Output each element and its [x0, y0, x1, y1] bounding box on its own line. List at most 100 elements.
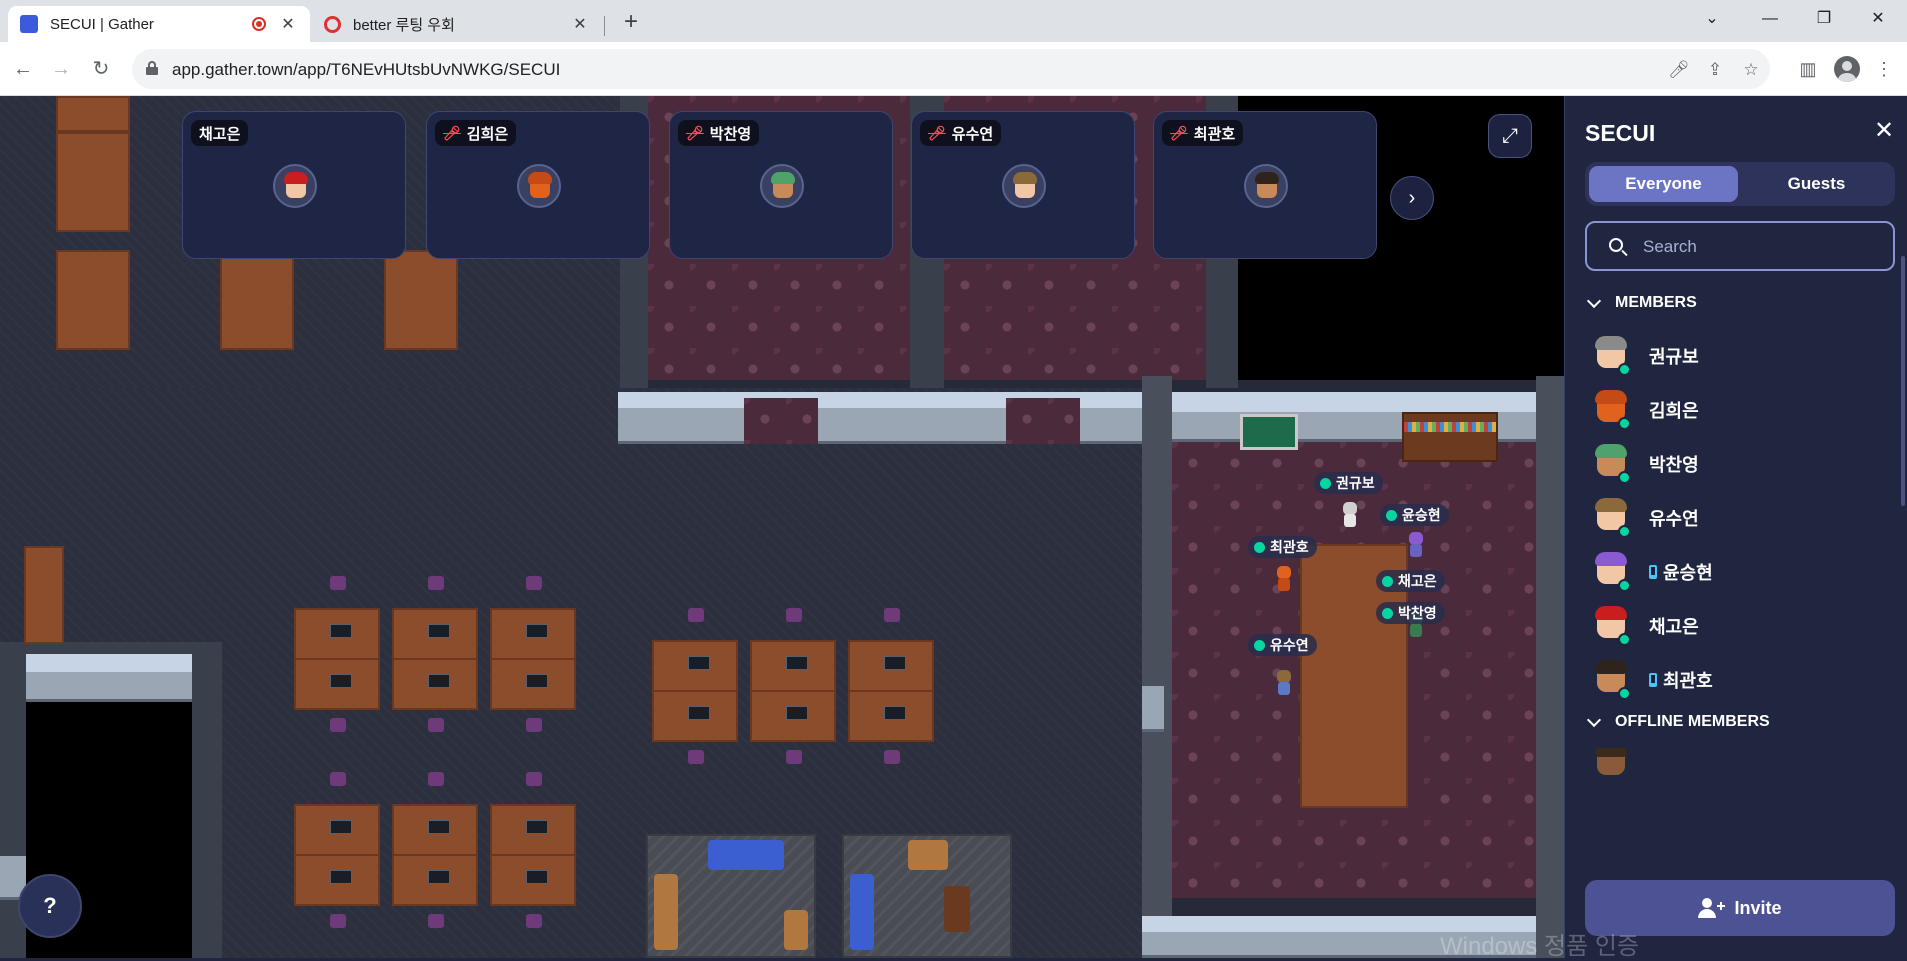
member-name: 김희은 — [1649, 401, 1699, 421]
sofa — [850, 874, 874, 950]
desk — [294, 658, 380, 710]
desk — [294, 804, 380, 856]
back-arrow-icon[interactable]: ← — [8, 54, 38, 84]
tab-close-icon[interactable]: ✕ — [278, 14, 298, 34]
video-tile[interactable]: 🎤︎ 박찬영 — [669, 111, 893, 259]
next-tiles-button[interactable]: › — [1390, 176, 1434, 220]
video-tile[interactable]: 🎤︎ 최관호 — [1153, 111, 1377, 259]
member-name: 유수연 — [1649, 509, 1699, 529]
member-name: 최관호 — [1649, 667, 1713, 693]
tab-everyone[interactable]: Everyone — [1589, 166, 1738, 202]
profile-avatar-icon[interactable] — [1834, 56, 1860, 82]
reload-icon[interactable]: ↻ — [86, 54, 116, 84]
offline-heading: OFFLINE MEMBERS — [1615, 713, 1770, 730]
side-panel-icon[interactable]: ▥ — [1794, 55, 1822, 83]
browser-tab-strip: SECUI | Gather ✕ better 루팅 우회 ✕ + ⌄ — ❐ … — [0, 0, 1907, 42]
member-row[interactable]: 유수연 — [1585, 491, 1885, 545]
participant-avatar — [1002, 164, 1046, 208]
member-row[interactable]: 최관호 — [1585, 653, 1885, 707]
online-status-icon — [1618, 633, 1631, 646]
minimize-button[interactable]: — — [1748, 4, 1792, 34]
more-menu-icon[interactable]: ⋮ — [1870, 55, 1898, 83]
tab-close-icon[interactable]: ✕ — [570, 14, 590, 34]
online-status-icon — [1618, 687, 1631, 700]
side-table — [944, 886, 970, 932]
forward-arrow-icon[interactable]: → — [46, 54, 76, 84]
video-tile-label: 🎤︎ 유수연 — [920, 120, 1002, 146]
desk — [652, 640, 738, 692]
offline-section-toggle[interactable]: OFFLINE MEMBERS — [1585, 712, 1770, 731]
member-row[interactable]: 권규보 — [1585, 329, 1885, 383]
member-name-text: 최관호 — [1663, 671, 1713, 691]
player-nametag[interactable]: 윤승현 — [1380, 504, 1449, 526]
space-title: SECUI — [1585, 120, 1656, 146]
lounge-area — [842, 834, 1012, 958]
tab-search-chevron-icon[interactable]: ⌄ — [1690, 4, 1734, 34]
participant-name: 최관호 — [1193, 125, 1236, 143]
wall-segment — [1142, 686, 1164, 732]
mic-off-icon: 🎤︎ — [443, 124, 461, 141]
player-nametag[interactable]: 유수연 — [1248, 634, 1317, 656]
recording-indicator-icon — [252, 17, 266, 31]
player-sprite[interactable] — [1406, 532, 1426, 558]
bookshelf[interactable] — [1402, 412, 1498, 462]
chair — [330, 914, 346, 928]
bookmark-star-icon[interactable]: ☆ — [1738, 57, 1764, 83]
player-nametag[interactable]: 박찬영 — [1376, 602, 1445, 624]
chair — [688, 608, 704, 622]
tab-better-rooting[interactable]: better 루팅 우회 ✕ — [312, 6, 602, 42]
member-row[interactable] — [1585, 748, 1885, 778]
member-row[interactable]: 김희은 — [1585, 383, 1885, 437]
search-input[interactable] — [1643, 235, 1883, 259]
desk — [294, 854, 380, 906]
doorway — [1006, 398, 1080, 444]
member-row[interactable]: 윤승현 — [1585, 545, 1885, 599]
player-nametag[interactable]: 채고은 — [1376, 570, 1445, 592]
window-close-button[interactable]: ✕ — [1856, 4, 1900, 34]
participant-name: 유수연 — [951, 125, 994, 143]
video-tile[interactable]: 🎤︎ 유수연 — [911, 111, 1135, 259]
desk — [490, 854, 576, 906]
desk — [24, 546, 64, 644]
sofa — [654, 874, 678, 950]
microphone-icon[interactable]: 🎤︎ — [1666, 57, 1692, 83]
members-section-toggle[interactable]: MEMBERS — [1585, 293, 1697, 312]
new-tab-button[interactable]: + — [616, 8, 646, 38]
omnibox[interactable]: app.gather.town/app/T6NEvHUtsbUvNWKG/SEC… — [132, 49, 1770, 89]
whiteboard[interactable] — [1240, 414, 1298, 450]
member-row[interactable]: 박찬영 — [1585, 437, 1885, 491]
member-row[interactable]: 채고은 — [1585, 599, 1885, 653]
restore-button[interactable]: ❐ — [1802, 4, 1846, 34]
help-label: ? — [43, 893, 57, 918]
online-status-icon — [1254, 639, 1265, 651]
share-icon[interactable]: ⇪ — [1702, 57, 1728, 83]
help-button[interactable]: ? — [18, 874, 82, 938]
chair — [526, 576, 542, 590]
member-filter-tabs: Everyone Guests — [1585, 162, 1895, 206]
video-tile[interactable]: 채고은 — [182, 111, 406, 259]
member-name: 채고은 — [1649, 617, 1699, 637]
player-nametag[interactable]: 권규보 — [1314, 472, 1383, 494]
desk — [384, 250, 458, 350]
chair — [330, 576, 346, 590]
player-sprite[interactable] — [1274, 670, 1294, 696]
url-text[interactable]: app.gather.town/app/T6NEvHUtsbUvNWKG/SEC… — [172, 60, 560, 80]
player-sprite[interactable] — [1274, 566, 1294, 592]
avatar — [1591, 336, 1631, 376]
chair — [884, 750, 900, 764]
tab-gather[interactable]: SECUI | Gather ✕ — [8, 6, 310, 42]
tab-guests[interactable]: Guests — [1742, 166, 1891, 202]
participant-name: 박찬영 — [709, 125, 752, 143]
player-nametag[interactable]: 최관호 — [1248, 536, 1317, 558]
video-tile[interactable]: 🎤︎ 김희은 — [426, 111, 650, 259]
close-sidebar-icon[interactable]: ✕ — [1871, 118, 1897, 144]
sidebar-scrollbar[interactable] — [1901, 256, 1905, 506]
expand-button[interactable]: ⤢ — [1488, 114, 1532, 158]
avatar — [1591, 390, 1631, 430]
video-tile-label: 🎤︎ 김희은 — [435, 120, 517, 146]
desk — [750, 640, 836, 692]
member-name: 윤승현 — [1649, 559, 1713, 585]
player-name: 윤승현 — [1402, 507, 1441, 523]
video-tile-label: 🎤︎ 박찬영 — [678, 120, 760, 146]
player-sprite[interactable] — [1340, 502, 1360, 528]
